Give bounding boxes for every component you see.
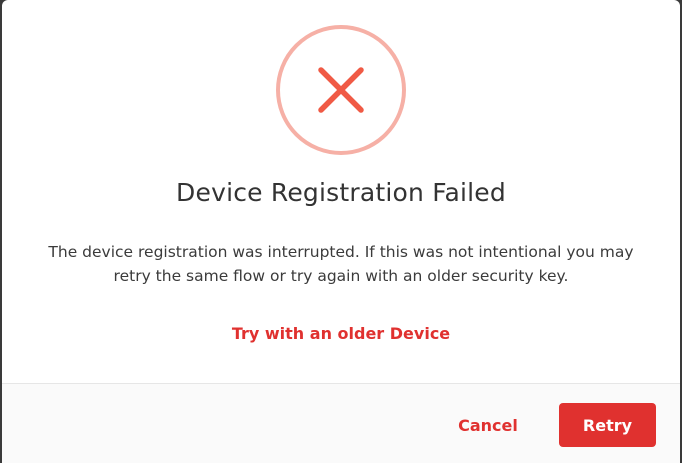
- registration-failed-dialog: Device Registration Failed The device re…: [2, 0, 680, 463]
- cancel-button[interactable]: Cancel: [442, 403, 534, 447]
- dialog-message: The device registration was interrupted.…: [48, 243, 634, 285]
- error-status-circle: [276, 25, 406, 155]
- retry-button[interactable]: Retry: [559, 403, 656, 447]
- error-x-icon: [318, 67, 364, 113]
- try-older-device-link[interactable]: Try with an older Device: [2, 324, 680, 343]
- dialog-title: Device Registration Failed: [176, 178, 506, 207]
